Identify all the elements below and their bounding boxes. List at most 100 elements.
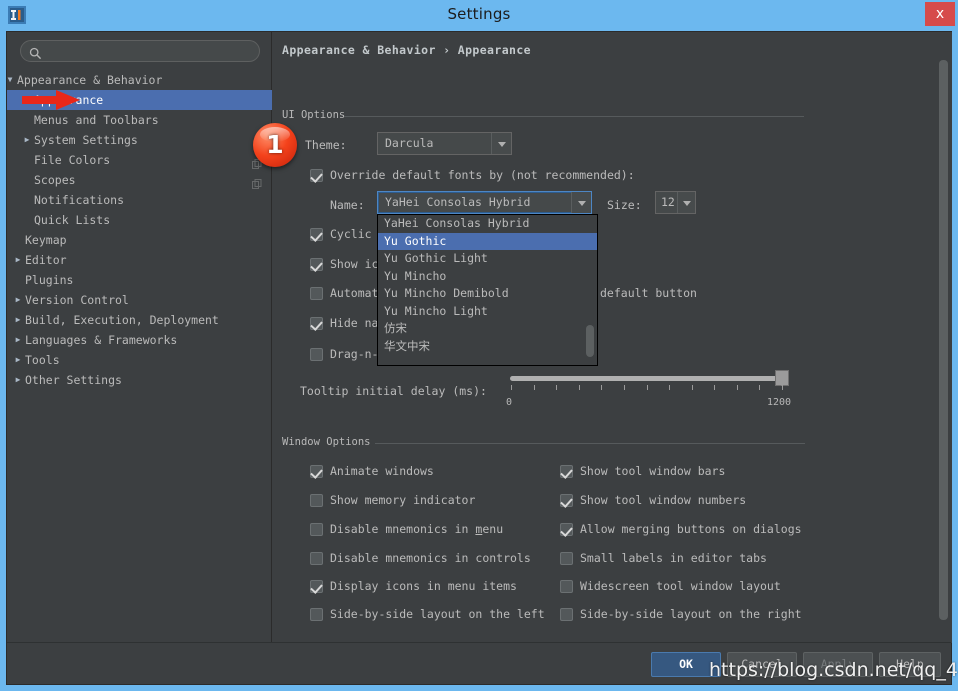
window-option-checkbox[interactable] [310, 465, 323, 478]
dropdown-option[interactable]: Yu Mincho Light [378, 303, 597, 321]
chevron-down-icon[interactable] [491, 133, 511, 154]
chevron-right-icon[interactable]: ▶ [11, 370, 25, 390]
dropdown-option[interactable]: Yu Gothic [378, 232, 597, 250]
ui-option-checkbox[interactable] [310, 317, 323, 330]
tooltip-delay-slider-thumb[interactable] [775, 370, 789, 386]
section-window-options: Window Options [282, 436, 805, 450]
chevron-right-icon[interactable]: ▶ [20, 130, 34, 150]
chevron-right-icon[interactable]: ▶ [11, 250, 25, 270]
dropdown-option[interactable]: Yu Mincho Demibold [378, 285, 597, 303]
sidebar-item-label: Other Settings [25, 373, 122, 387]
ui-option-checkbox[interactable] [310, 287, 323, 300]
sidebar-item-editor[interactable]: ▶ Editor [7, 250, 272, 270]
window-option-label: Side-by-side layout on the right [580, 607, 802, 621]
breadcrumb: Appearance & Behavior › Appearance [282, 43, 532, 57]
settings-content: Appearance & Behavior › Appearance UI Op… [272, 32, 952, 643]
theme-combobox[interactable]: Darcula [377, 132, 512, 155]
sidebar-item-label: Plugins [25, 273, 74, 287]
sidebar-item-scopes[interactable]: Scopes [7, 170, 272, 190]
sidebar-item-system-settings[interactable]: ▶ System Settings [7, 130, 272, 150]
chevron-right-icon[interactable]: ▶ [11, 350, 25, 370]
tooltip-delay-max-label: 1200 [767, 397, 792, 408]
sidebar-item-plugins[interactable]: Plugins [7, 270, 272, 290]
copy-icon [252, 175, 262, 189]
dropdown-option[interactable]: YaHei Consolas Hybrid [378, 215, 597, 233]
font-name-value: YaHei Consolas Hybrid [385, 195, 531, 209]
window-option-checkbox[interactable] [560, 465, 573, 478]
section-window-options-label: Window Options [282, 436, 371, 448]
ui-option-label: Automat [330, 286, 379, 300]
sidebar-item-quick-lists[interactable]: Quick Lists [7, 210, 272, 230]
chevron-down-icon[interactable] [571, 192, 591, 213]
ui-option-checkbox[interactable] [310, 348, 323, 361]
window-option-label: Disable mnemonics in menu [330, 522, 504, 536]
slider-tick [782, 385, 783, 390]
window-option-checkbox[interactable] [310, 552, 323, 565]
window-option-label: Show tool window bars [580, 464, 726, 478]
sidebar-item-label: System Settings [34, 133, 138, 147]
settings-tree: ▼Appearance & BehaviorAppearanceMenus an… [7, 70, 272, 390]
ui-option-label: Drag-n- [330, 347, 379, 361]
override-fonts-checkbox[interactable] [310, 169, 323, 182]
dropdown-option[interactable]: 仿宋 [378, 320, 597, 338]
window-option-label: Display icons in menu items [330, 579, 517, 593]
window-option-label: Show memory indicator [330, 493, 476, 507]
window-option-checkbox[interactable] [310, 494, 323, 507]
sidebar-item-label: Keymap [25, 233, 67, 247]
font-name-combobox[interactable]: YaHei Consolas Hybrid [377, 191, 592, 214]
window-option-label: Allow merging buttons on dialogs [580, 522, 802, 536]
dropdown-option[interactable]: Yu Gothic Light [378, 250, 597, 268]
settings-dialog: Settings x ▼Appearance & BehaviorAppeara… [0, 0, 958, 691]
window-option-checkbox[interactable] [310, 608, 323, 621]
sidebar-item-version-control[interactable]: ▶ Version Control [7, 290, 272, 310]
slider-tick [647, 385, 648, 390]
dialog-body: ▼Appearance & BehaviorAppearanceMenus an… [6, 31, 952, 685]
slider-tick [534, 385, 535, 390]
window-option-label: Animate windows [330, 464, 434, 478]
sidebar-item-other-settings[interactable]: ▶ Other Settings [7, 370, 272, 390]
slider-tick [511, 385, 512, 390]
sidebar-item-keymap[interactable]: Keymap [7, 230, 272, 250]
dropdown-scrollbar-thumb[interactable] [586, 325, 594, 357]
content-scrollbar-thumb[interactable] [939, 60, 948, 620]
sidebar-item-file-colors[interactable]: File Colors [7, 150, 272, 170]
window-option-checkbox[interactable] [560, 494, 573, 507]
sidebar-item-build-execution-deployment[interactable]: ▶ Build, Execution, Deployment [7, 310, 272, 330]
dropdown-option[interactable]: Yu Mincho [378, 268, 597, 286]
ui-option-checkbox[interactable] [310, 258, 323, 271]
sidebar-item-tools[interactable]: ▶ Tools [7, 350, 272, 370]
chevron-down-icon[interactable]: ▼ [3, 70, 17, 90]
slider-tick [669, 385, 670, 390]
window-option-checkbox[interactable] [560, 580, 573, 593]
sidebar-item-appearance-behavior[interactable]: ▼ Appearance & Behavior [7, 70, 272, 90]
red-arrow-annotation [22, 89, 84, 115]
ui-option-label: Show ic [330, 257, 379, 271]
chevron-right-icon[interactable]: ▶ [11, 310, 25, 330]
sidebar-item-languages-frameworks[interactable]: ▶ Languages & Frameworks [7, 330, 272, 350]
sidebar-item-label: Build, Execution, Deployment [25, 313, 219, 327]
slider-tick [737, 385, 738, 390]
sidebar-item-label: Scopes [34, 173, 76, 187]
window-option-checkbox[interactable] [310, 580, 323, 593]
sidebar-item-label: Notifications [34, 193, 125, 207]
ui-option-checkbox[interactable] [310, 228, 323, 241]
close-icon[interactable]: x [925, 2, 955, 26]
tooltip-delay-slider-track[interactable] [510, 376, 782, 381]
section-divider [375, 443, 805, 444]
window-option-checkbox[interactable] [310, 523, 323, 536]
theme-value: Darcula [385, 136, 434, 150]
font-size-spinner[interactable]: 12 [655, 191, 696, 214]
sidebar-item-label: File Colors [34, 153, 111, 167]
chevron-right-icon[interactable]: ▶ [11, 290, 25, 310]
slider-tick [692, 385, 693, 390]
step-badge-number: 1 [266, 130, 284, 159]
chevron-down-icon[interactable] [677, 192, 695, 213]
window-option-checkbox[interactable] [560, 552, 573, 565]
window-option-checkbox[interactable] [560, 523, 573, 536]
window-option-checkbox[interactable] [560, 608, 573, 621]
font-name-dropdown-popup[interactable]: YaHei Consolas Hybrid Yu Gothic Yu Gothic … [377, 214, 598, 366]
sidebar-item-notifications[interactable]: Notifications [7, 190, 272, 210]
chevron-right-icon[interactable]: ▶ [11, 330, 25, 350]
dropdown-option[interactable]: 华文中宋 [378, 338, 597, 356]
search-input[interactable] [20, 40, 260, 62]
